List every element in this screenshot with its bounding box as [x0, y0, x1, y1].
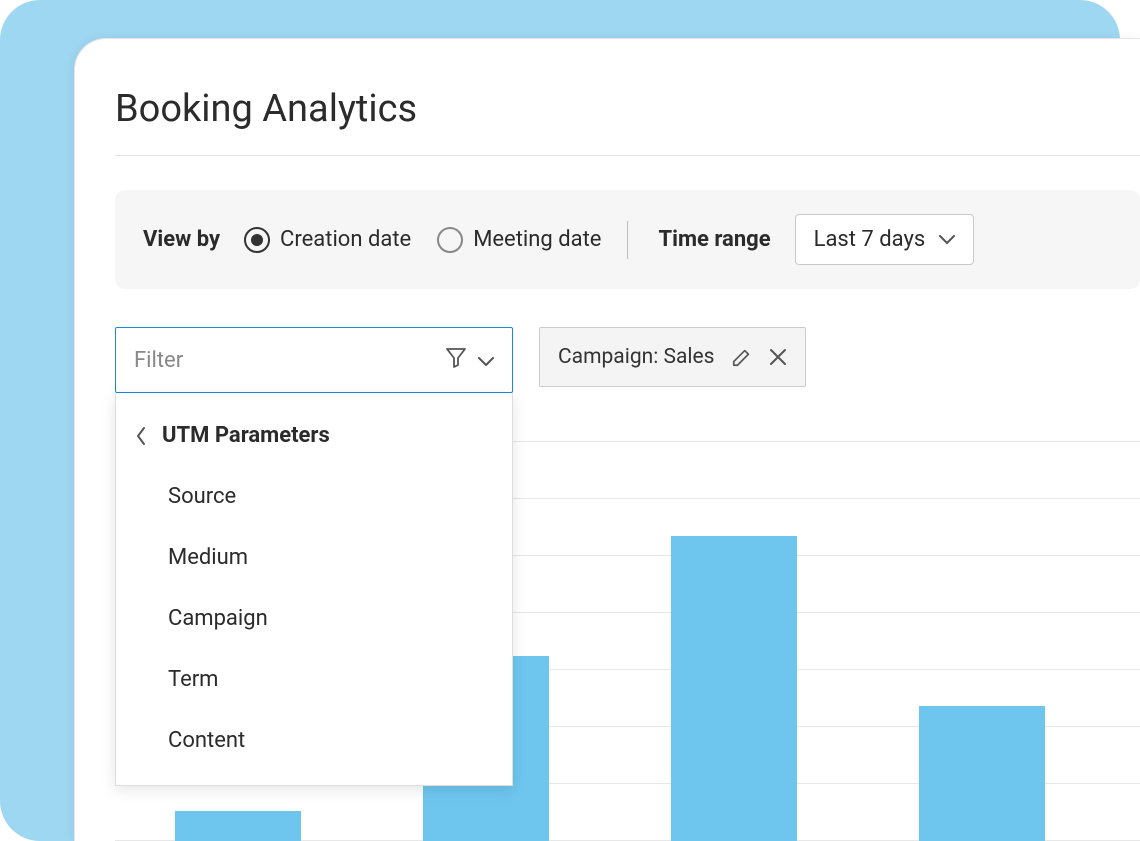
filters-row: Filter UTM Parameters Sour — [115, 327, 1140, 393]
dropdown-header: UTM Parameters — [116, 413, 512, 466]
dropdown-item-campaign[interactable]: Campaign — [116, 588, 512, 649]
radio-button-icon — [437, 227, 463, 253]
radio-creation-date[interactable]: Creation date — [244, 227, 411, 253]
dropdown-item-source[interactable]: Source — [116, 466, 512, 527]
filter-placeholder: Filter — [134, 348, 183, 373]
filter-wrapper: Filter UTM Parameters Sour — [115, 327, 513, 393]
radio-meeting-date[interactable]: Meeting date — [437, 227, 601, 253]
chevron-left-icon[interactable] — [136, 426, 148, 446]
bar — [919, 706, 1045, 841]
dropdown-item-term[interactable]: Term — [116, 649, 512, 710]
page-title: Booking Analytics — [115, 87, 1140, 131]
filter-input[interactable]: Filter — [115, 327, 513, 393]
radio-label: Meeting date — [473, 227, 601, 252]
pencil-icon[interactable] — [731, 346, 753, 368]
filter-dropdown: UTM Parameters Source Medium Campaign Te… — [115, 393, 513, 786]
time-range-label: Time range — [658, 227, 770, 252]
view-by-label: View by — [143, 227, 220, 252]
chevron-down-icon — [939, 235, 955, 245]
funnel-icon — [444, 345, 468, 375]
view-toolbar: View by Creation date Meeting date Time … — [115, 190, 1140, 289]
vertical-divider — [627, 221, 628, 259]
filter-input-icons — [444, 345, 494, 375]
active-filter-chip: Campaign: Sales — [539, 327, 806, 387]
view-by-radio-group: Creation date Meeting date — [244, 227, 601, 253]
time-range-value: Last 7 days — [814, 227, 926, 252]
time-range-select[interactable]: Last 7 days — [795, 214, 975, 265]
close-icon[interactable] — [769, 348, 787, 366]
analytics-panel: Booking Analytics View by Creation date … — [74, 38, 1140, 841]
dropdown-item-content[interactable]: Content — [116, 710, 512, 771]
divider — [115, 155, 1140, 156]
dropdown-item-medium[interactable]: Medium — [116, 527, 512, 588]
chevron-down-icon — [478, 348, 494, 373]
radio-label: Creation date — [280, 227, 411, 252]
bar — [175, 811, 301, 841]
chip-label: Campaign: Sales — [558, 345, 715, 369]
bar — [671, 536, 797, 841]
dropdown-title: UTM Parameters — [162, 423, 330, 448]
radio-button-icon — [244, 227, 270, 253]
